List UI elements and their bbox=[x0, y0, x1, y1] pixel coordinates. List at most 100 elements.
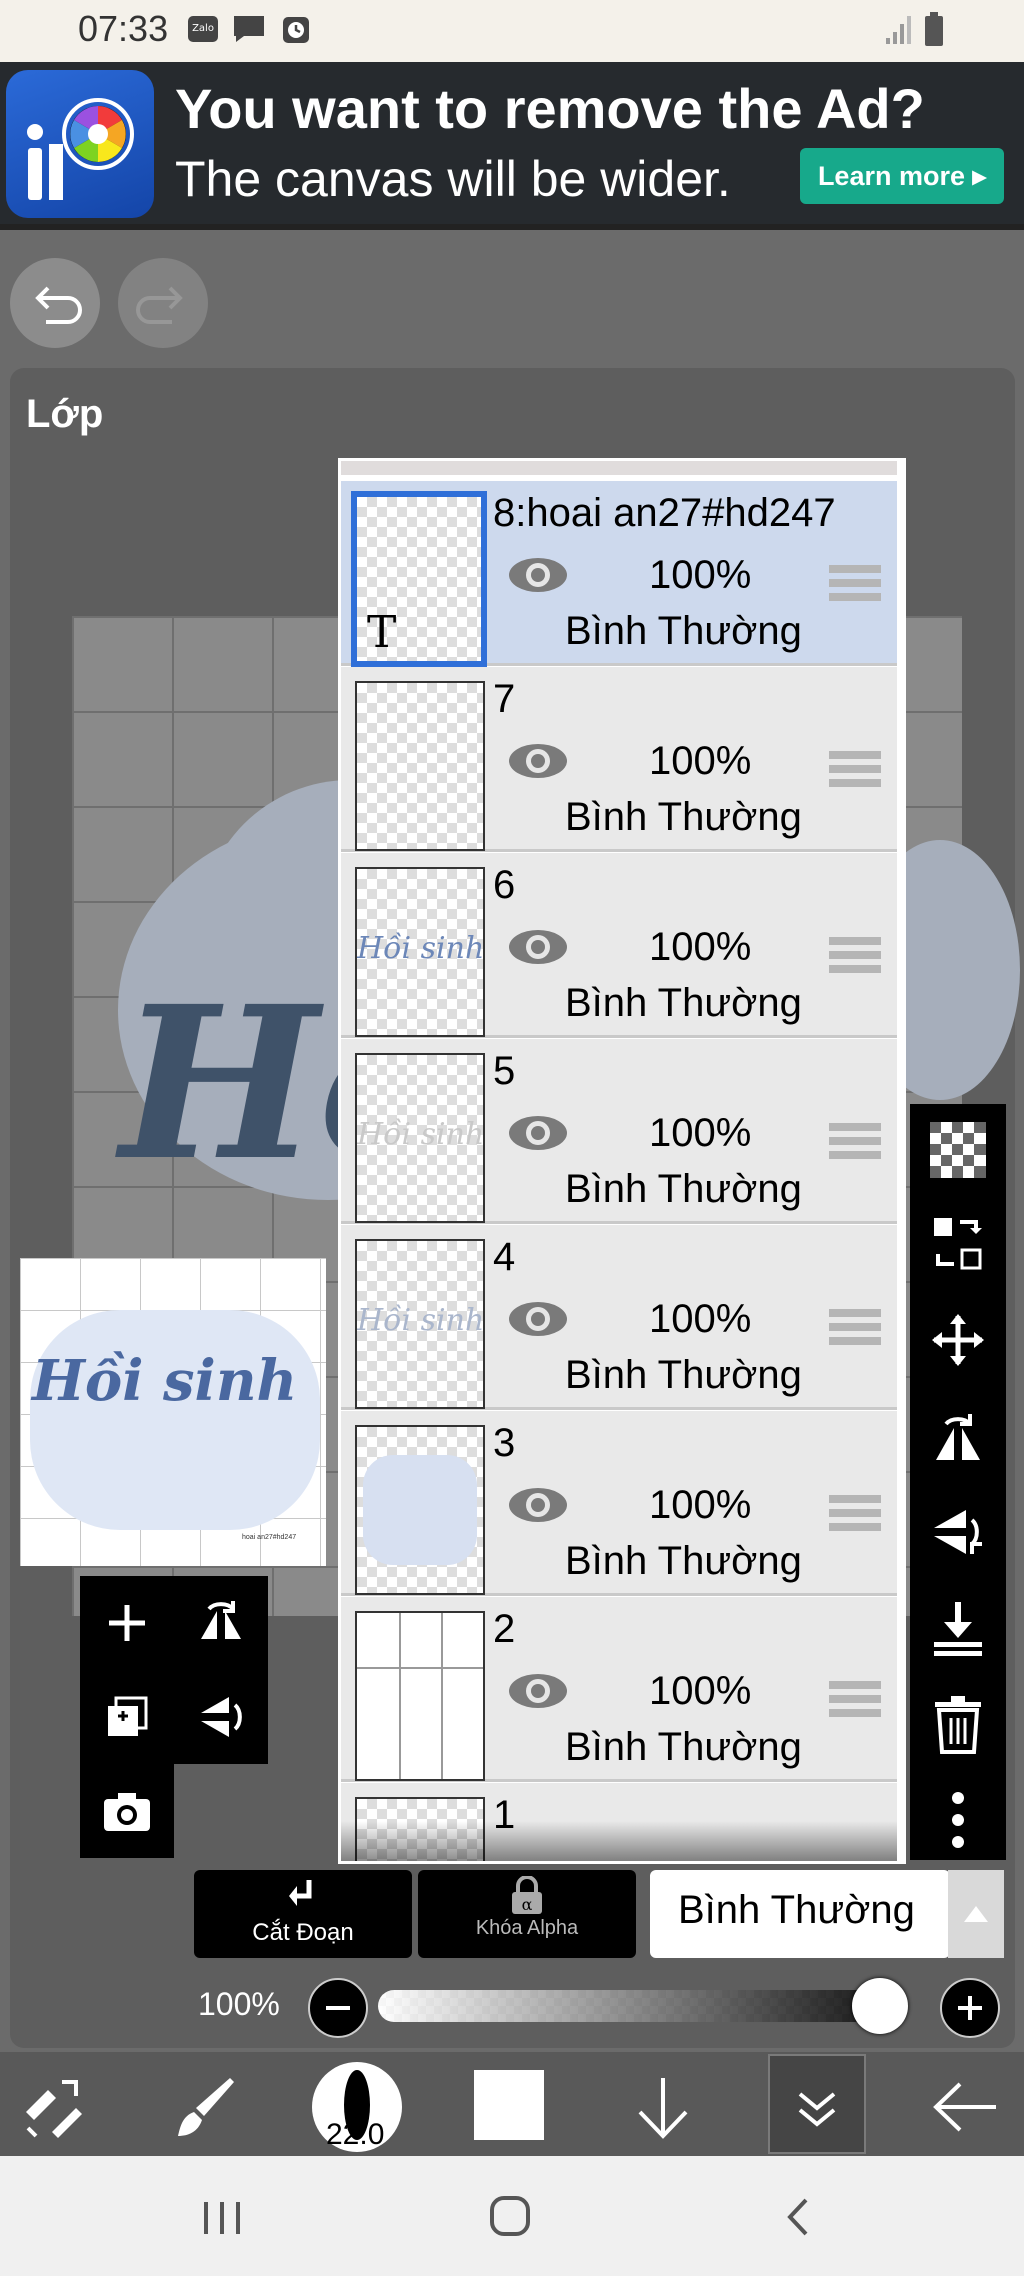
divider bbox=[0, 224, 1024, 230]
layer-name: 5 bbox=[493, 1049, 516, 1093]
triangle-up-icon bbox=[964, 1906, 988, 1922]
camera-button[interactable] bbox=[80, 1764, 174, 1858]
layer-blend-mode: Bình Thường bbox=[565, 981, 802, 1025]
merge-down-button[interactable] bbox=[910, 1584, 1006, 1674]
ad-banner[interactable]: You want to remove the Ad? The canvas wi… bbox=[0, 62, 1024, 224]
panel-title: Lớp bbox=[26, 392, 104, 436]
move-button[interactable] bbox=[910, 1296, 1006, 1386]
undo-button[interactable] bbox=[10, 258, 100, 348]
layer-row-4[interactable]: Hồi sinh 4 100% Bình Thường bbox=[341, 1225, 897, 1410]
recents-button[interactable] bbox=[198, 2198, 248, 2243]
layer-blend-mode: Bình Thường bbox=[565, 609, 802, 653]
layer-row-2[interactable]: 2 100% Bình Thường bbox=[341, 1597, 897, 1782]
back-button[interactable] bbox=[930, 2072, 1002, 2147]
drag-handle-icon[interactable] bbox=[829, 1123, 881, 1159]
layer-menu-button[interactable] bbox=[768, 2054, 866, 2154]
clipping-icon bbox=[289, 1880, 312, 1906]
flip-vertical-layer-button[interactable] bbox=[174, 1670, 268, 1764]
visibility-eye-icon[interactable] bbox=[507, 741, 569, 781]
clipping-button[interactable]: Cắt Đoạn bbox=[194, 1870, 412, 1958]
visibility-eye-icon[interactable] bbox=[507, 1299, 569, 1339]
main-toolbar: 22.0 bbox=[0, 2052, 1024, 2156]
layer-opacity: 100% bbox=[649, 925, 752, 969]
scroll-down-button[interactable] bbox=[628, 2072, 698, 2147]
drag-handle-icon[interactable] bbox=[829, 565, 881, 601]
layer-name: 2 bbox=[493, 1607, 516, 1651]
thumbnail-cloud bbox=[363, 1455, 477, 1565]
flip-layer-button[interactable] bbox=[174, 1576, 268, 1670]
transform-tool-button[interactable] bbox=[18, 2072, 88, 2147]
layer-row-7[interactable]: 7 100% Bình Thường bbox=[341, 667, 897, 852]
layer-thumbnail: Hồi sinh bbox=[355, 1053, 485, 1223]
status-bar: 07:33 Zalo bbox=[0, 0, 1024, 62]
opacity-slider-thumb[interactable] bbox=[852, 1978, 908, 2034]
home-button[interactable] bbox=[486, 2194, 536, 2245]
blend-mode-select[interactable]: Bình Thường bbox=[650, 1870, 950, 1958]
layer-list[interactable]: T 8:hoai an27#hd247 100% Bình Thường 7 1… bbox=[338, 458, 906, 1864]
flip-vertical-layer-icon bbox=[201, 1697, 242, 1737]
visibility-eye-icon[interactable] bbox=[507, 555, 569, 595]
drag-handle-icon[interactable] bbox=[829, 1309, 881, 1345]
opacity-slider[interactable] bbox=[378, 1990, 908, 2022]
flip-horizontal-button[interactable] bbox=[910, 1392, 1006, 1482]
layer-blend-mode: Bình Thường bbox=[565, 1539, 802, 1583]
brush-size-value: 22.0 bbox=[326, 2118, 385, 2151]
layer-tools-toolbar bbox=[910, 1104, 1006, 1860]
learn-more-button[interactable]: Learn more ▸ bbox=[800, 148, 1004, 204]
clock-icon bbox=[282, 16, 310, 43]
brush-size-button[interactable]: 22.0 bbox=[312, 2062, 402, 2152]
layer-convert-button[interactable] bbox=[910, 1200, 1006, 1290]
color-swatch[interactable] bbox=[474, 2070, 544, 2140]
redo-icon bbox=[136, 286, 183, 324]
blend-mode-dropdown-button[interactable] bbox=[948, 1870, 1004, 1958]
layer-menu-icon bbox=[798, 2092, 836, 2127]
alpha-lock-button[interactable]: α Khóa Alpha bbox=[418, 1870, 636, 1958]
preview-signature: hoai an27#hd247 bbox=[242, 1534, 297, 1541]
more-button[interactable] bbox=[910, 1776, 1006, 1866]
merge-down-icon bbox=[934, 1602, 982, 1656]
drag-handle-icon[interactable] bbox=[829, 1495, 881, 1531]
duplicate-layer-button[interactable] bbox=[80, 1670, 174, 1764]
flip-vertical-button[interactable] bbox=[910, 1488, 1006, 1578]
canvas-preview[interactable]: Hồi sinh hoai an27#hd247 bbox=[20, 1258, 326, 1566]
clipping-label: Cắt Đoạn bbox=[252, 1919, 354, 1946]
layer-thumbnail: T bbox=[351, 491, 487, 667]
camera-icon bbox=[104, 1793, 150, 1831]
visibility-eye-icon[interactable] bbox=[507, 927, 569, 967]
visibility-eye-icon[interactable] bbox=[507, 1485, 569, 1525]
back-nav-button[interactable] bbox=[778, 2194, 818, 2245]
flip-layer-icon bbox=[201, 1601, 241, 1639]
opacity-increase-button[interactable] bbox=[940, 1978, 1000, 2038]
brush-tool-button[interactable] bbox=[170, 2072, 240, 2147]
transparency-button[interactable] bbox=[910, 1104, 1006, 1194]
layer-row-3[interactable]: 3 100% Bình Thường bbox=[341, 1411, 897, 1596]
layer-opacity: 100% bbox=[649, 1483, 752, 1527]
layer-list-top-edge bbox=[341, 461, 897, 475]
layer-row-8[interactable]: T 8:hoai an27#hd247 100% Bình Thường bbox=[341, 481, 897, 667]
opacity-decrease-button[interactable] bbox=[308, 1978, 368, 2038]
add-layer-button[interactable] bbox=[80, 1576, 174, 1670]
layer-opacity: 100% bbox=[649, 1669, 752, 1713]
layer-thumbnail bbox=[355, 681, 485, 851]
layer-blend-mode: Bình Thường bbox=[565, 1353, 802, 1397]
drag-handle-icon[interactable] bbox=[829, 751, 881, 787]
layer-name: 8:hoai an27#hd247 bbox=[493, 491, 836, 535]
down-arrow-icon bbox=[638, 2078, 688, 2139]
layer-opacity: 100% bbox=[649, 1297, 752, 1341]
layer-blend-mode: Bình Thường bbox=[565, 795, 802, 839]
system-nav-bar bbox=[0, 2156, 1024, 2276]
layer-convert-icon bbox=[934, 1218, 982, 1270]
drag-handle-icon[interactable] bbox=[829, 937, 881, 973]
delete-layer-button[interactable] bbox=[910, 1680, 1006, 1770]
layer-row-5[interactable]: Hồi sinh 5 100% Bình Thường bbox=[341, 1039, 897, 1224]
visibility-eye-icon[interactable] bbox=[507, 1113, 569, 1153]
visibility-eye-icon[interactable] bbox=[507, 1671, 569, 1711]
redo-button[interactable] bbox=[118, 258, 208, 348]
layer-row-6[interactable]: Hồi sinh 6 100% Bình Thường bbox=[341, 853, 897, 1038]
opacity-label: 100% bbox=[198, 1986, 280, 2022]
drag-handle-icon[interactable] bbox=[829, 1681, 881, 1717]
move-icon bbox=[932, 1314, 984, 1366]
transform-icon bbox=[26, 2080, 82, 2138]
undo-icon bbox=[35, 286, 82, 324]
duplicate-layer-icon bbox=[108, 1696, 148, 1736]
